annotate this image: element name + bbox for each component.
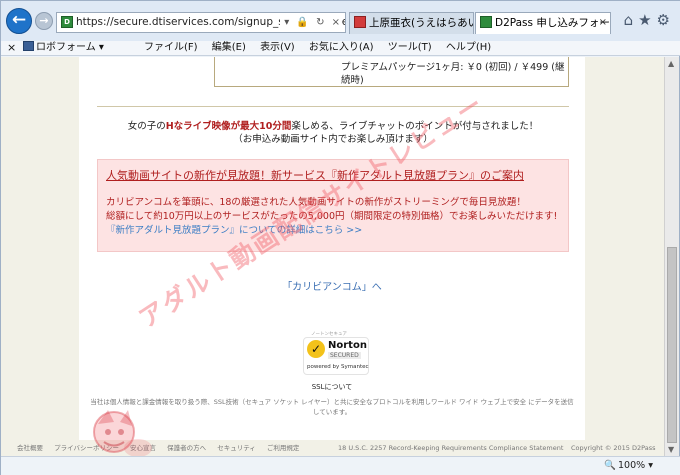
content-column: プレミアムパッケージ1ヶ月: ￥0 (初回) / ￥499 (継 続時) 女の子… <box>79 57 585 456</box>
scroll-down-icon[interactable]: ▼ <box>668 445 674 454</box>
footer-copyright: Copyright © 2015 D2Pass <box>571 444 656 452</box>
footer-link-company[interactable]: 会社概要 <box>17 444 43 452</box>
zoom-icon: 🔍 <box>604 460 617 471</box>
status-bar: 🔍 100% ▾ <box>1 456 680 475</box>
norton-check-icon: ✓ <box>307 340 325 358</box>
menu-view[interactable]: 表示(V) <box>260 42 295 53</box>
new-plan-title-link[interactable]: 人気動画サイトの新作が見放題！新サービス『新作アダルト見放題プラン』のご案内 <box>106 169 524 183</box>
scroll-thumb[interactable] <box>667 247 677 443</box>
tab-favicon-icon <box>354 16 366 28</box>
menu-file[interactable]: ファイル(F) <box>144 42 198 53</box>
footer-2257-link[interactable]: 18 U.S.C. 2257 Record-Keeping Requiremen… <box>338 441 563 455</box>
footer-link-security[interactable]: セキュリティ <box>217 444 256 452</box>
menu-items: ファイル(F) 編集(E) 表示(V) お気に入り(A) ツール(T) ヘルプ(… <box>144 41 502 55</box>
browser-window: ← → Dhttps://secure.dtiservices.com/sign… <box>0 0 680 475</box>
norton-secured-label: SECURED <box>328 352 361 359</box>
norton-powered-label: powered by Symantec <box>307 364 369 370</box>
zoom-control[interactable]: 🔍 100% ▾ <box>604 457 653 475</box>
menu-help[interactable]: ヘルプ(H) <box>446 42 491 53</box>
menu-favorites[interactable]: お気に入り(A) <box>309 42 374 53</box>
tab-label: 上原亜衣(うえはらあい) カ... <box>369 17 474 29</box>
plan-price-text: プレミアムパッケージ1ヶ月: ￥0 (初回) / ￥499 (継 続時) <box>341 61 571 87</box>
footer-link-terms[interactable]: ご利用規定 <box>267 444 300 452</box>
tab-d2pass[interactable]: D2Pass 申し込みフォーム × <box>475 12 611 34</box>
forward-button[interactable]: → <box>35 12 53 30</box>
norton-word: Norton <box>328 340 367 351</box>
plan-line-2: 続時) <box>341 75 364 86</box>
home-star-gear-icons[interactable]: ⌂★⚙ <box>624 11 675 29</box>
ssl-about-link[interactable]: SSLについて <box>79 382 585 392</box>
tab-caribbean[interactable]: 上原亜衣(うえはらあい) カ... <box>349 12 474 34</box>
promo-pre: 女の子の <box>127 121 166 132</box>
new-plan-details-link[interactable]: 『新作アダルト見放題プラン』についての詳細はこちら >> <box>106 224 362 237</box>
footer-link-guardians[interactable]: 保護者の方へ <box>167 444 206 452</box>
close-icon[interactable]: × <box>7 41 16 55</box>
promo-line-2: （お申込み動画サイト内でお楽しみ頂けます） <box>233 134 433 145</box>
roboform-button[interactable]: ロボフォーム ▾ <box>23 41 104 55</box>
address-bar[interactable]: Dhttps://secure.dtiservices.com/signup_s… <box>56 12 346 33</box>
address-actions[interactable]: ▾ 🔒 ↻ × <box>280 13 342 32</box>
footer-links: 会社概要 プライバシーポリシー 安心宣言 保護者の方へ セキュリティ ご利用規定 <box>17 441 308 455</box>
plan-line-1: プレミアムパッケージ1ヶ月: ￥0 (初回) / ￥499 (継 <box>341 62 565 73</box>
scroll-up-icon[interactable]: ▲ <box>668 59 674 68</box>
zoom-level: 100% <box>618 460 646 471</box>
menu-edit[interactable]: 編集(E) <box>212 42 246 53</box>
roboform-icon <box>23 41 34 51</box>
vertical-scrollbar[interactable]: ▲ ▼ <box>664 57 679 456</box>
tab-favicon-icon <box>480 16 492 28</box>
watermark-mascot-icon <box>93 410 152 456</box>
menu-tools[interactable]: ツール(T) <box>388 42 432 53</box>
promo-highlight: Hなライブ映像が最大10分間 <box>165 121 292 132</box>
norton-secured-badge[interactable]: ✓ Norton SECURED powered by Symantec <box>303 337 369 375</box>
browser-toolbar: ← → Dhttps://secure.dtiservices.com/sign… <box>1 1 680 41</box>
tab-label: D2Pass 申し込みフォーム <box>495 17 611 29</box>
roboform-label: ロボフォーム ▾ <box>36 42 104 53</box>
live-chat-bonus-text: 女の子のHなライブ映像が最大10分間楽しめる、ライブチャットのポイントが付与され… <box>97 120 569 146</box>
site-favicon-icon: D <box>61 16 73 28</box>
tab-close-icon[interactable]: × <box>599 13 607 33</box>
page-viewport: プレミアムパッケージ1ヶ月: ￥0 (初回) / ￥499 (継 続時) 女の子… <box>1 57 665 456</box>
zoom-dropdown-icon[interactable]: ▾ <box>648 460 653 471</box>
menu-bar: × ロボフォーム ▾ ファイル(F) 編集(E) 表示(V) お気に入り(A) … <box>1 41 680 56</box>
back-button[interactable]: ← <box>6 8 32 34</box>
divider <box>97 106 569 107</box>
